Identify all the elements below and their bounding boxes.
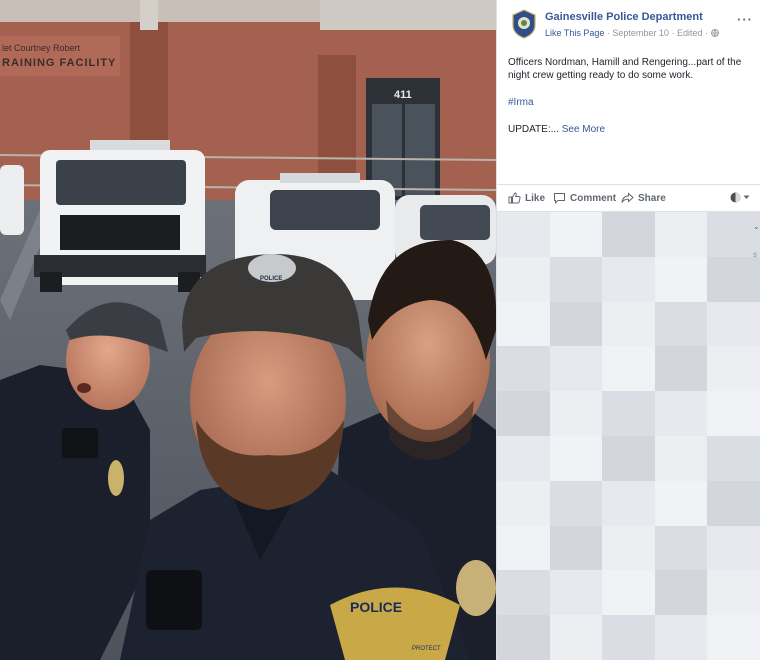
blur-tile bbox=[602, 436, 656, 482]
share-button[interactable]: Share bbox=[621, 192, 666, 204]
officers-selfie-image: let Courtney Robert RAINING FACILITY 411 bbox=[0, 0, 496, 660]
meta-separator: · bbox=[606, 28, 610, 38]
blur-tile bbox=[549, 301, 604, 348]
post-meta: Like This Page · September 10 · Edited · bbox=[545, 28, 719, 38]
blur-tile bbox=[654, 436, 709, 482]
door-number: 411 bbox=[394, 89, 412, 101]
blur-tile bbox=[497, 256, 551, 303]
blur-tile bbox=[549, 480, 604, 527]
blur-tile bbox=[602, 480, 656, 527]
blur-tile bbox=[549, 391, 604, 437]
facility-sign-line1: let Courtney Robert bbox=[2, 43, 81, 53]
meta-separator: · bbox=[671, 28, 675, 38]
blur-tile bbox=[654, 256, 709, 303]
comment-label: Comment bbox=[570, 192, 617, 204]
meta-separator: · bbox=[705, 28, 709, 38]
post-body: Officers Nordman, Hamill and Rengering..… bbox=[508, 56, 754, 150]
blur-tile bbox=[549, 525, 604, 572]
blur-tile bbox=[707, 525, 760, 572]
blur-tile bbox=[497, 615, 551, 660]
blur-tile bbox=[654, 615, 709, 660]
blur-tile bbox=[707, 615, 760, 660]
blur-tile bbox=[549, 212, 604, 258]
like-page-link[interactable]: Like This Page bbox=[545, 28, 604, 38]
blur-tile bbox=[654, 525, 709, 572]
blur-tile bbox=[497, 570, 551, 617]
post-action-bar: Like Comment Share bbox=[497, 184, 760, 212]
post-options-button[interactable]: ··· bbox=[737, 12, 753, 27]
blurred-comments-area bbox=[497, 212, 760, 660]
blur-tile bbox=[602, 570, 656, 617]
blur-tile bbox=[497, 301, 551, 348]
page-avatar-small-icon bbox=[730, 192, 741, 203]
blur-tile bbox=[602, 212, 656, 258]
blur-tile bbox=[707, 570, 760, 617]
blur-tile bbox=[654, 480, 709, 527]
facility-sign-line2: RAINING FACILITY bbox=[2, 57, 116, 69]
blur-tile bbox=[602, 525, 656, 572]
blur-tile bbox=[497, 480, 551, 527]
reaction-selector[interactable] bbox=[730, 192, 750, 203]
thumbs-up-icon bbox=[508, 192, 521, 204]
globe-icon bbox=[710, 29, 719, 37]
blur-tile bbox=[497, 391, 551, 437]
like-button[interactable]: Like bbox=[508, 192, 545, 204]
post-photo[interactable]: let Courtney Robert RAINING FACILITY 411 bbox=[0, 0, 496, 660]
comment-button[interactable]: Comment bbox=[553, 192, 616, 204]
post-text: Officers Nordman, Hamill and Rengering..… bbox=[508, 57, 742, 81]
police-suv bbox=[34, 140, 206, 292]
blur-tile bbox=[497, 346, 551, 393]
blur-tile bbox=[602, 615, 656, 660]
blur-tile bbox=[549, 256, 604, 303]
svg-text:PROTECT: PROTECT bbox=[412, 646, 441, 652]
police-shoulder-patch: POLICE PROTECT bbox=[330, 587, 460, 660]
blur-tile bbox=[549, 346, 604, 393]
blur-tile bbox=[654, 212, 709, 258]
blur-tile bbox=[602, 256, 656, 303]
comment-icon bbox=[554, 193, 565, 204]
post-header: Gainesville Police Department Like This … bbox=[497, 0, 760, 46]
like-label: Like bbox=[525, 192, 546, 204]
blur-tile bbox=[707, 480, 760, 527]
page-avatar[interactable] bbox=[511, 9, 537, 39]
blur-tile bbox=[707, 391, 760, 437]
blur-tile bbox=[707, 346, 760, 393]
share-label: Share bbox=[638, 192, 666, 204]
blur-tile bbox=[549, 436, 604, 482]
page-name-link[interactable]: Gainesville Police Department bbox=[545, 11, 703, 23]
see-more-link[interactable]: See More bbox=[562, 124, 605, 135]
blur-tile bbox=[654, 301, 709, 348]
blur-tile bbox=[707, 301, 760, 348]
blur-tile bbox=[497, 525, 551, 572]
hashtag-link[interactable]: #Irma bbox=[508, 97, 534, 108]
share-icon bbox=[621, 192, 634, 203]
comment-menu-caret-icon[interactable]: ⌄ bbox=[753, 222, 760, 231]
blur-tile bbox=[707, 436, 760, 482]
blur-tile bbox=[602, 301, 656, 348]
blur-tile bbox=[497, 436, 551, 482]
blur-tile bbox=[654, 391, 709, 437]
svg-text:POLICE: POLICE bbox=[350, 599, 402, 615]
blur-tile bbox=[602, 346, 656, 393]
cap-badge-text: POLICE bbox=[260, 276, 282, 282]
police-badge-icon bbox=[512, 9, 536, 39]
blur-tile bbox=[602, 391, 656, 437]
update-text: UPDATE:... bbox=[508, 124, 562, 135]
blur-tile bbox=[707, 256, 760, 303]
post-date[interactable]: September 10 bbox=[612, 28, 669, 38]
post-side-panel: Gainesville Police Department Like This … bbox=[496, 0, 760, 660]
blur-tile bbox=[654, 570, 709, 617]
edge-truncated-text: s bbox=[753, 250, 757, 259]
blur-tile bbox=[497, 212, 551, 258]
blur-tile bbox=[654, 346, 709, 393]
blur-tile bbox=[549, 615, 604, 660]
blur-tile bbox=[549, 570, 604, 617]
caret-down-icon bbox=[743, 195, 750, 199]
edited-label[interactable]: Edited bbox=[677, 28, 703, 38]
